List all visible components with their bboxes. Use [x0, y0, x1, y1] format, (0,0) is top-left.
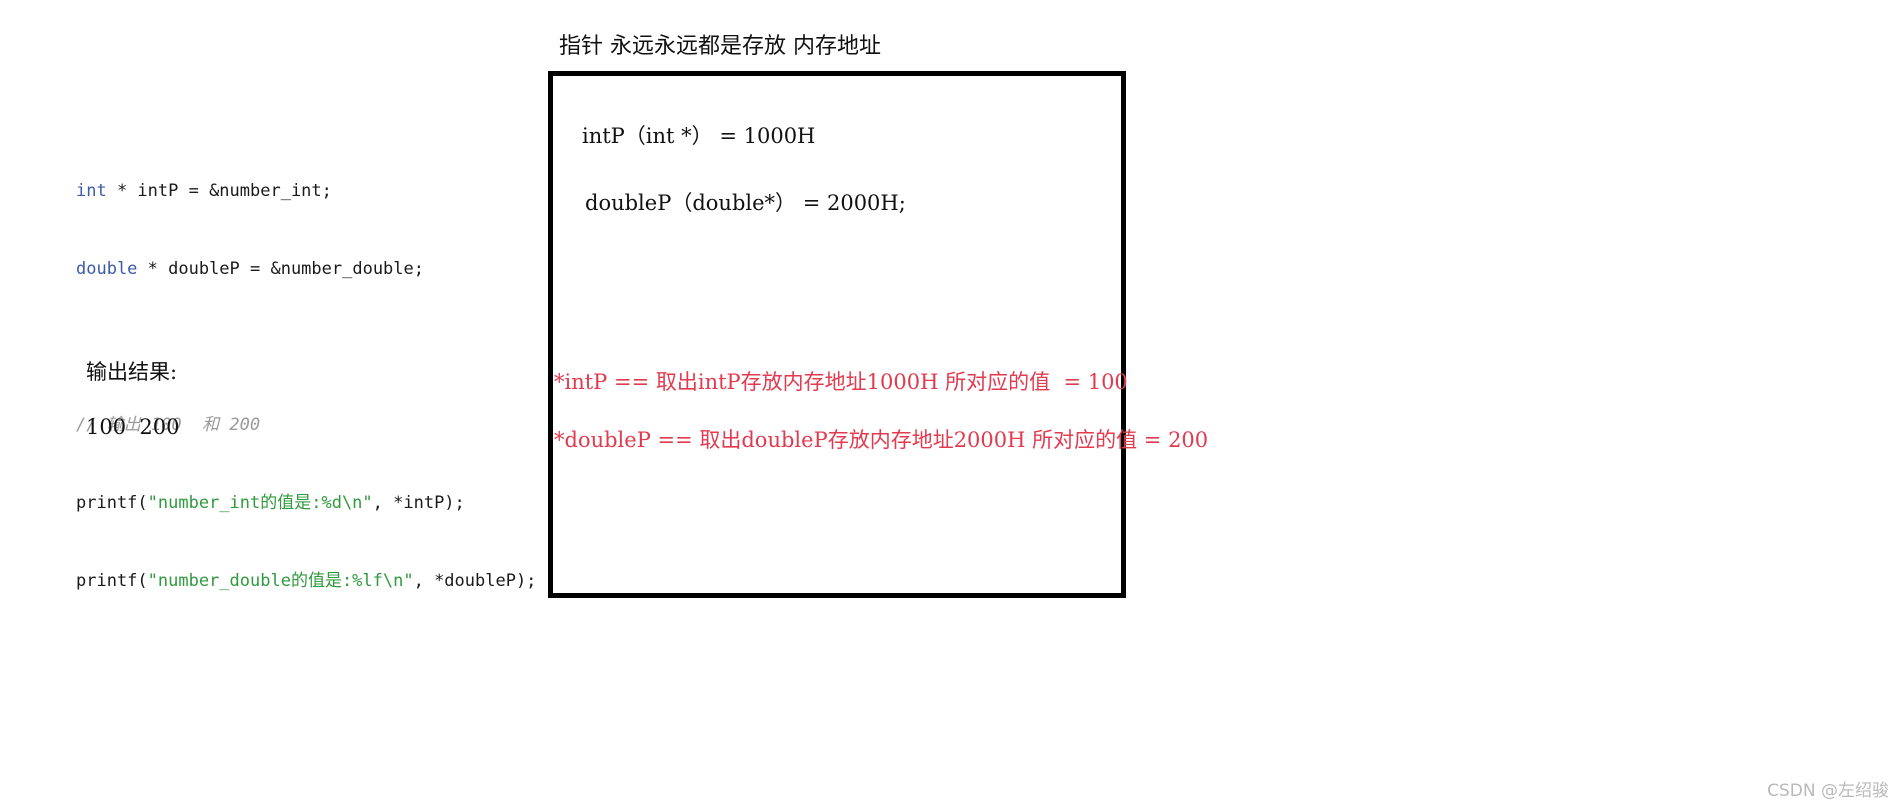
output-values: 100 200: [86, 415, 180, 439]
output-label: 输出结果:: [86, 360, 178, 384]
code-text: , *doubleP);: [413, 571, 537, 591]
code-line-double-pointer: double * doubleP = &number_double;: [76, 256, 536, 282]
code-text: , *intP);: [372, 493, 465, 513]
keyword-int: int: [76, 181, 107, 201]
keyword-double: double: [76, 259, 138, 279]
code-string: "number_int的值是:%d\n": [147, 493, 373, 513]
code-text: * intP = &number_int;: [106, 181, 332, 201]
code-text: printf(: [76, 571, 148, 591]
code-line-int-pointer: int * intP = &number_int;: [76, 178, 536, 204]
box-int-pointer-text: intP（int *） = 1000H: [582, 124, 816, 148]
memory-box: [548, 71, 1126, 598]
code-block: int * intP = &number_int; double * doubl…: [76, 126, 536, 646]
diagram-canvas: 指针 永远永远都是存放 内存地址 int * intP = &number_in…: [0, 0, 1903, 808]
annotation-int-deref: *intP == 取出intP存放内存地址1000H 所对应的值 = 100: [554, 370, 1128, 394]
code-text: * doubleP = &number_double;: [137, 259, 424, 279]
watermark: CSDN @左绍骏: [1767, 781, 1889, 801]
annotation-double-deref: *doubleP == 取出doubleP存放内存地址2000H 所对应的值 =…: [554, 428, 1209, 452]
code-string: "number_double的值是:%lf\n": [147, 571, 414, 591]
diagram-title: 指针 永远永远都是存放 内存地址: [559, 34, 881, 59]
box-double-pointer-text: doubleP（double*） = 2000H;: [585, 191, 906, 215]
code-text: printf(: [76, 493, 148, 513]
code-line-printf-double: printf("number_double的值是:%lf\n", *double…: [76, 568, 536, 594]
code-line-printf-int: printf("number_int的值是:%d\n", *intP);: [76, 490, 536, 516]
